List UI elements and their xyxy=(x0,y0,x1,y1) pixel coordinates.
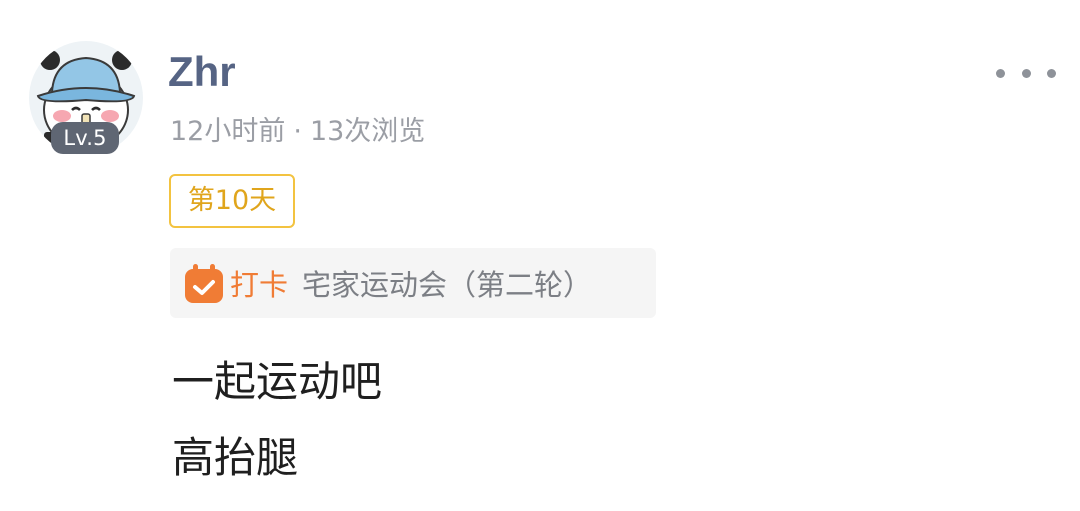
post-content-line: 一起运动吧 xyxy=(172,357,383,406)
post-meta: 12小时前 · 13次浏览 xyxy=(170,112,425,152)
post-time: 12小时前 xyxy=(170,116,286,147)
calendar-check-icon xyxy=(185,264,223,303)
checkin-label: 打卡 xyxy=(230,268,289,302)
day-tag[interactable]: 第10天 xyxy=(169,174,295,228)
post-card: Lv.5 Zhr 12小时前 · 13次浏览 第10天 打卡 宅家运动会（第二轮） … xyxy=(0,0,1080,511)
checkin-event-name: 宅家运动会（第二轮） xyxy=(302,268,593,302)
level-badge: Lv.5 xyxy=(51,122,119,154)
more-dots-icon xyxy=(996,68,1005,78)
more-dots-icon xyxy=(1021,68,1031,78)
more-dots-icon xyxy=(1047,68,1056,78)
checkin-topic-link[interactable]: 打卡 宅家运动会（第二轮） xyxy=(170,248,656,318)
more-options-button[interactable] xyxy=(996,60,1056,86)
view-count: 13次浏览 xyxy=(309,116,426,147)
post-content-line: 高抬腿 xyxy=(172,433,299,482)
meta-separator: · xyxy=(293,116,302,147)
username[interactable]: Zhr xyxy=(168,42,236,102)
